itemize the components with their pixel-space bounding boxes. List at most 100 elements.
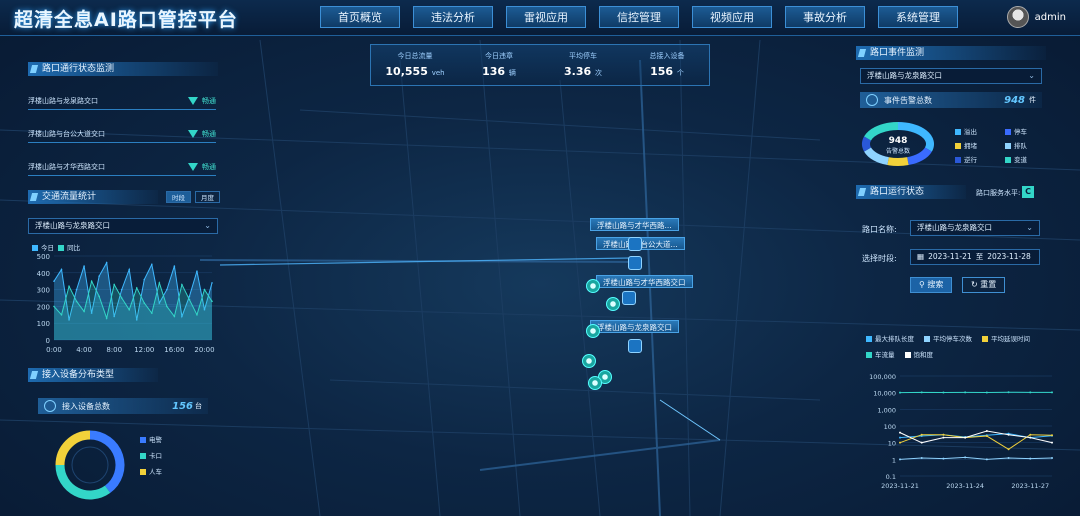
y-tick-label: 0 bbox=[46, 337, 50, 345]
y-tick-label: 100,000 bbox=[869, 373, 896, 381]
data-point bbox=[113, 283, 115, 286]
toggle-period[interactable]: 时段 bbox=[166, 191, 191, 203]
reset-button[interactable]: ↻ 重置 bbox=[962, 277, 1006, 293]
y-tick-label: 100 bbox=[37, 320, 50, 328]
nav-video-app[interactable]: 视频应用 bbox=[692, 6, 772, 28]
series-line-平均停车次数 bbox=[899, 456, 1053, 460]
event-intersection-select[interactable]: 浮楼山路与龙泉路交口 ⌄ bbox=[860, 68, 1042, 84]
data-point bbox=[899, 431, 901, 434]
y-tick-label: 100 bbox=[884, 423, 896, 431]
nav-accident-analysis[interactable]: 事故分析 bbox=[785, 6, 865, 28]
data-point bbox=[920, 391, 923, 394]
data-point bbox=[1007, 433, 1010, 436]
device-pin-icon[interactable] bbox=[586, 279, 600, 293]
data-point bbox=[942, 391, 945, 394]
legend-swatch bbox=[32, 245, 38, 251]
camera-icon[interactable] bbox=[622, 291, 636, 305]
search-button[interactable]: ⚲ 搜索 bbox=[910, 277, 953, 293]
device-pin-icon[interactable] bbox=[588, 376, 602, 390]
data-point bbox=[98, 295, 100, 298]
nav-violation-analysis[interactable]: 违法分析 bbox=[413, 6, 493, 28]
data-point bbox=[143, 278, 146, 281]
status-row[interactable]: 浮楼山路与台公大道交口 畅通 bbox=[28, 125, 216, 143]
data-point bbox=[899, 441, 901, 444]
run-panel-title: 路口运行状态 bbox=[856, 185, 966, 199]
kpi-bar: 今日总流量 10,555 veh 今日违章 136 辆 平均停车 3.36 次 … bbox=[370, 44, 710, 86]
map-label-intersection[interactable]: 浮楼山路与才华西路交口 bbox=[596, 275, 693, 288]
toggle-monthly[interactable]: 月度 bbox=[195, 191, 220, 203]
x-tick-label: 2023-11-21 bbox=[881, 482, 919, 490]
camera-icon[interactable] bbox=[628, 339, 642, 353]
status-badge: 畅通 bbox=[188, 162, 216, 172]
device-total: 接入设备总数 156 台 bbox=[38, 398, 208, 414]
run-intersection-select[interactable]: 浮楼山路与龙泉路交口 ⌄ bbox=[910, 220, 1040, 236]
data-point bbox=[105, 317, 108, 319]
data-point bbox=[135, 287, 138, 289]
data-point bbox=[1029, 436, 1032, 439]
chevron-down-icon: ⌄ bbox=[1026, 223, 1033, 232]
data-point bbox=[899, 436, 901, 439]
status-triangle-icon bbox=[188, 129, 198, 138]
status-triangle-icon bbox=[188, 96, 198, 105]
data-point bbox=[964, 436, 967, 439]
data-point bbox=[188, 298, 191, 301]
data-point bbox=[964, 391, 967, 394]
y-tick-label: 1,000 bbox=[877, 406, 896, 414]
service-level-badge: C bbox=[1022, 186, 1034, 198]
search-icon: ⚲ bbox=[919, 280, 925, 289]
device-pin-icon[interactable] bbox=[606, 297, 620, 311]
device-pin-icon[interactable] bbox=[586, 324, 600, 338]
y-tick-label: 500 bbox=[37, 253, 50, 261]
data-point bbox=[60, 314, 63, 316]
y-tick-label: 0.1 bbox=[886, 473, 896, 481]
nav-home[interactable]: 首页概览 bbox=[320, 6, 400, 28]
map-label-intersection[interactable]: 浮楼山路与龙泉路交口 bbox=[590, 320, 679, 333]
status-row[interactable]: 浮楼山路与才华西路交口 畅通 bbox=[28, 158, 216, 176]
nav-signal-control[interactable]: 信控管理 bbox=[599, 6, 679, 28]
device-pin-icon[interactable] bbox=[582, 354, 596, 368]
legend-swatch bbox=[58, 245, 65, 251]
map-label-intersection[interactable]: 浮楼山路与才华西路... bbox=[590, 218, 679, 231]
data-point bbox=[83, 265, 85, 267]
user-name: admin bbox=[1034, 11, 1066, 23]
event-slice bbox=[862, 136, 872, 152]
device-panel-title: 接入设备分布类型 bbox=[28, 368, 158, 382]
event-panel-title: 路口事件监测 bbox=[856, 46, 1046, 60]
kpi-devices: 总接入设备 156 个 bbox=[649, 52, 685, 78]
data-point bbox=[942, 457, 945, 460]
data-point bbox=[75, 300, 78, 303]
date-range-picker[interactable]: ▦ 2023-11-21 至 2023-11-28 bbox=[910, 249, 1040, 265]
app-title: 超清全息AI路口管控平台 bbox=[14, 9, 238, 31]
camera-icon[interactable] bbox=[628, 256, 642, 270]
data-point bbox=[1051, 457, 1053, 460]
nav-system-management[interactable]: 系统管理 bbox=[878, 6, 958, 28]
data-point bbox=[188, 295, 191, 298]
data-point bbox=[75, 288, 78, 291]
traffic-intersection-select[interactable]: 浮楼山路与龙泉路交口 ⌄ bbox=[28, 218, 218, 234]
traffic-legend: 今日 同比 bbox=[32, 242, 80, 252]
nav-radar-video[interactable]: 雷视应用 bbox=[506, 6, 586, 28]
traffic-panel-title: 交通流量统计 bbox=[28, 190, 158, 204]
donut-value: 948 bbox=[889, 136, 908, 146]
camera-icon[interactable] bbox=[628, 237, 642, 251]
event-slice bbox=[907, 147, 932, 166]
device-legend: 电警 卡口 人车 bbox=[140, 432, 162, 480]
user-menu[interactable]: admin bbox=[1006, 6, 1066, 28]
refresh-icon: ↻ bbox=[971, 280, 978, 289]
event-slice bbox=[887, 157, 909, 166]
data-point bbox=[53, 305, 55, 308]
avatar[interactable] bbox=[1006, 6, 1029, 28]
status-badge: 畅通 bbox=[188, 96, 216, 106]
data-point bbox=[98, 275, 100, 277]
data-point bbox=[1007, 448, 1010, 451]
data-point bbox=[151, 263, 153, 266]
data-point bbox=[1051, 441, 1053, 444]
service-level-label: 路口服务水平: bbox=[976, 189, 1021, 197]
device-icon bbox=[44, 400, 56, 412]
kpi-total-flow: 今日总流量 10,555 veh bbox=[385, 52, 445, 78]
data-point bbox=[128, 308, 131, 311]
data-point bbox=[985, 391, 988, 394]
x-tick-label: 8:00 bbox=[106, 346, 122, 354]
status-row[interactable]: 浮楼山路与龙泉路交口 畅通 bbox=[28, 92, 216, 110]
data-point bbox=[985, 435, 988, 438]
